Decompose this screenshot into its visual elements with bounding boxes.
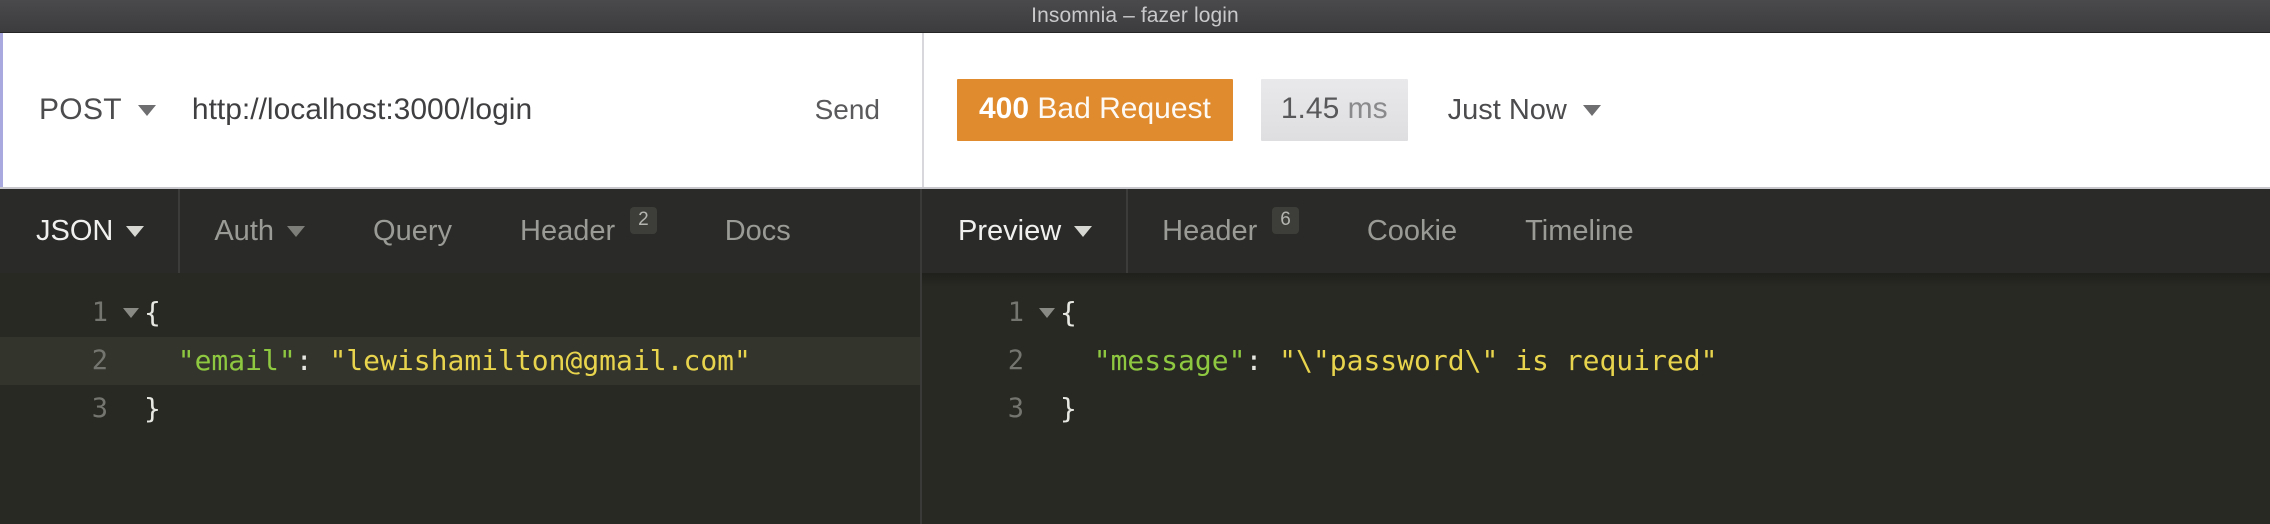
code-text: { — [144, 289, 161, 337]
code-line: 2 "message": "\"password\" is required" — [922, 337, 2270, 385]
code-line: 3} — [0, 385, 920, 433]
response-pane: Preview Header 6 Cookie Timeline 1{2 "messag… — [922, 189, 2270, 524]
tab-label: Docs — [724, 214, 791, 247]
status-badge: 400 Bad Request — [957, 79, 1233, 141]
tab-label: Cookie — [1366, 214, 1458, 247]
chevron-down-icon — [126, 225, 145, 237]
editor-top-shadow — [922, 273, 2270, 287]
chevron-down-icon — [287, 225, 306, 237]
tab-label: Header — [1162, 214, 1258, 247]
json-punctuation: : — [1245, 344, 1280, 377]
method-label: POST — [39, 93, 122, 126]
fold-caret-icon[interactable] — [1034, 308, 1060, 318]
json-punctuation: { — [144, 296, 161, 329]
json-string-value: "\"password\" is required" — [1279, 344, 1718, 377]
tab-timeline[interactable]: Timeline — [1491, 189, 1668, 273]
tab-label: Header — [520, 214, 616, 247]
code-text: } — [144, 385, 161, 433]
json-punctuation — [1060, 344, 1094, 377]
tab-count-badge: 2 — [630, 207, 657, 234]
line-number: 2 — [1007, 345, 1024, 376]
panes: JSON Auth Query Header 2 Docs 1{2 "email": "l… — [0, 189, 2270, 524]
request-tab-bar: JSON Auth Query Header 2 Docs — [0, 189, 920, 273]
json-key: "email" — [177, 344, 296, 377]
json-key: "message" — [1093, 344, 1246, 377]
tab-label: JSON — [36, 214, 114, 247]
json-punctuation — [144, 344, 178, 377]
tab-json[interactable]: JSON — [0, 189, 178, 273]
line-number: 1 — [91, 297, 108, 328]
tab-query[interactable]: Query — [339, 189, 486, 273]
code-text: { — [1060, 289, 1077, 337]
code-text: "message": "\"password\" is required" — [1060, 337, 1718, 385]
tab-header[interactable]: Header 6 — [1128, 189, 1333, 273]
url-input[interactable]: http://localhost:3000/login — [192, 93, 815, 127]
line-number: 3 — [91, 393, 108, 424]
timestamp-label: Just Now — [1447, 93, 1567, 126]
status-text: Bad Request — [1037, 92, 1211, 125]
tab-preview[interactable]: Preview — [922, 189, 1126, 273]
chevron-down-icon — [1582, 104, 1601, 116]
response-status-bar: 400 Bad Request 1.45 ms Just Now — [922, 33, 2270, 187]
json-punctuation: } — [144, 392, 161, 425]
line-number: 1 — [1007, 297, 1024, 328]
status-code: 400 — [979, 92, 1030, 125]
code-line: 1{ — [922, 289, 2270, 337]
line-number: 2 — [91, 345, 108, 376]
code-line: 1{ — [0, 289, 920, 337]
tab-header[interactable]: Header 2 — [486, 189, 691, 273]
tab-cookie[interactable]: Cookie — [1333, 189, 1491, 273]
json-string-value: "lewishamilton@gmail.com" — [329, 344, 751, 377]
fold-caret-icon — [123, 308, 139, 318]
tab-docs[interactable]: Docs — [691, 189, 825, 273]
tab-label: Query — [373, 214, 452, 247]
request-body-editor[interactable]: 1{2 "email": "lewishamilton@gmail.com" 3} — [0, 273, 920, 524]
window-title: Insomnia – fazer login — [1031, 4, 1239, 27]
method-selector[interactable]: POST — [39, 93, 156, 127]
fold-caret-icon[interactable] — [118, 308, 144, 318]
response-body-viewer[interactable]: 1{2 "message": "\"password\" is required… — [922, 273, 2270, 524]
elapsed-time-badge: 1.45 ms — [1260, 79, 1408, 141]
tab-label: Timeline — [1525, 214, 1634, 247]
tab-label: Auth — [214, 214, 275, 247]
elapsed-value: 1.45 — [1280, 92, 1340, 125]
elapsed-unit: ms — [1347, 92, 1388, 125]
line-number: 3 — [1007, 393, 1024, 424]
title-bar: Insomnia – fazer login — [0, 0, 2270, 33]
top-bar: POST http://localhost:3000/login Send 40… — [0, 33, 2270, 189]
chevron-down-icon — [1074, 225, 1093, 237]
json-punctuation: } — [1060, 392, 1077, 425]
code-text: "email": "lewishamilton@gmail.com" — [144, 337, 751, 385]
chevron-down-icon — [137, 104, 156, 116]
request-pane: JSON Auth Query Header 2 Docs 1{2 "email": "l… — [0, 189, 922, 524]
code-text: } — [1060, 385, 1077, 433]
tab-auth[interactable]: Auth — [180, 189, 339, 273]
insomnia-window: Insomnia – fazer login POST http://local… — [0, 0, 2270, 524]
code-line: 2 "email": "lewishamilton@gmail.com" — [0, 337, 920, 385]
tab-count-badge: 6 — [1272, 207, 1299, 234]
send-button[interactable]: Send — [815, 94, 880, 126]
response-tab-bar: Preview Header 6 Cookie Timeline — [922, 189, 2270, 273]
json-punctuation: { — [1060, 296, 1077, 329]
tab-label: Preview — [958, 214, 1062, 247]
json-punctuation: : — [295, 344, 330, 377]
fold-caret-icon — [1039, 308, 1055, 318]
response-history-selector[interactable]: Just Now — [1448, 94, 1601, 127]
code-line: 3} — [922, 385, 2270, 433]
request-url-bar: POST http://localhost:3000/login Send — [0, 33, 922, 187]
